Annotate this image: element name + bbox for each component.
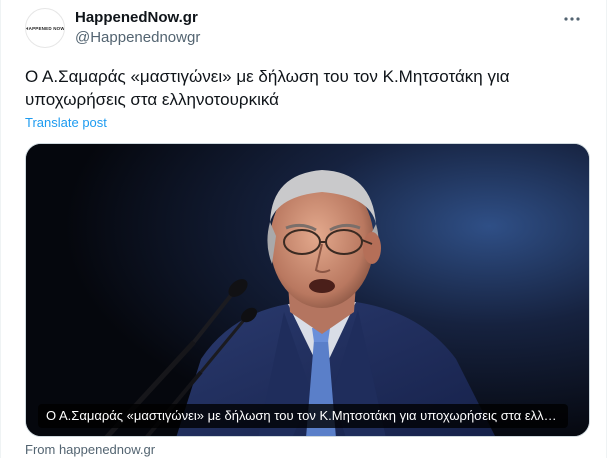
tweet-text: Ο Α.Σαμαράς «μαστιγώνει» με δήλωση του τ… [25, 67, 510, 109]
tweet-card: HAPPENED NOW HappenedNow.gr @Happenednow… [0, 0, 607, 458]
more-horizontal-icon [564, 17, 580, 21]
link-preview-card[interactable]: Ο Α.Σαμαράς «μαστιγώνει» με δήλωση του τ… [25, 143, 590, 437]
card-caption: Ο Α.Σαμαράς «μαστιγώνει» με δήλωση του τ… [38, 404, 568, 428]
author-names: HappenedNow.gr @Happenednowgr [75, 8, 200, 48]
avatar-logo-text: HAPPENED NOW [25, 25, 65, 31]
handle[interactable]: @Happenednowgr [75, 28, 200, 48]
avatar[interactable]: HAPPENED NOW [25, 8, 65, 48]
card-source-link[interactable]: From happenednow.gr [25, 442, 155, 458]
translate-post-link[interactable]: Translate post [25, 115, 107, 131]
article-photo [26, 144, 589, 436]
display-name[interactable]: HappenedNow.gr [75, 8, 200, 28]
tweet-header: HAPPENED NOW HappenedNow.gr @Happenednow… [25, 8, 200, 48]
more-options-button[interactable] [560, 10, 584, 28]
